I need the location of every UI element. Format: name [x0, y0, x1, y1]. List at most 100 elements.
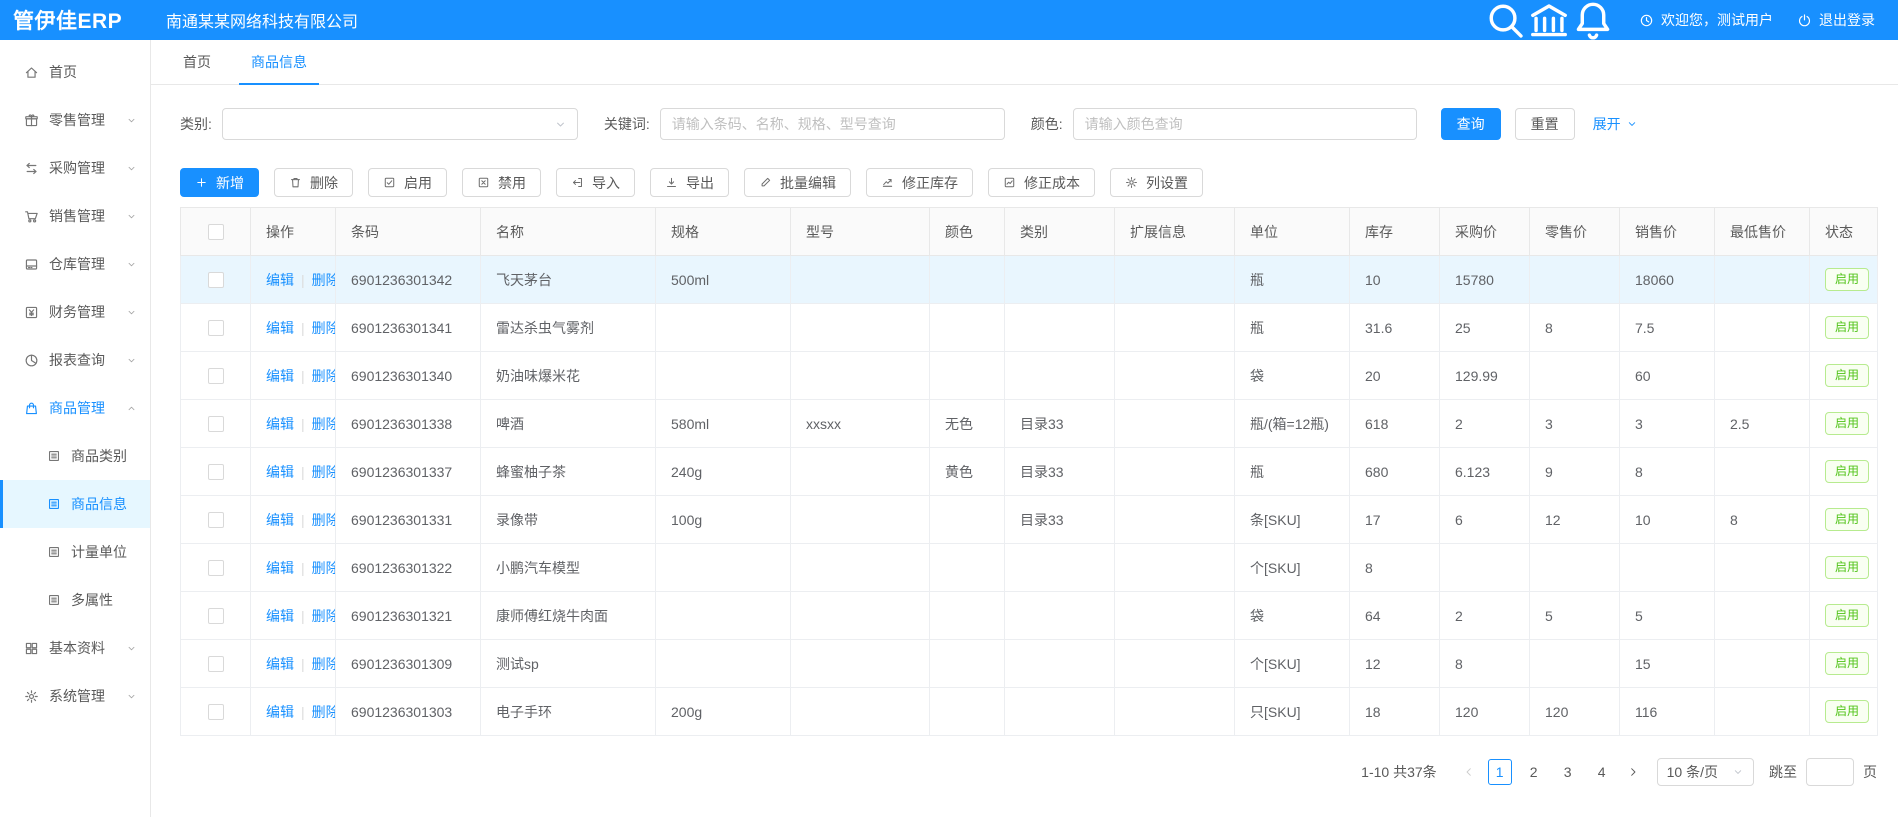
tab-home[interactable]: 首页 [183, 40, 211, 84]
sidebar-item-basic-data[interactable]: 基本资料 [0, 624, 150, 672]
jump-page-input[interactable] [1806, 758, 1854, 786]
chevron-down-icon [126, 691, 137, 702]
sidebar-item-warehouse[interactable]: 仓库管理 [0, 240, 150, 288]
cell-unit: 瓶 [1235, 448, 1350, 496]
link-separator: | [301, 272, 305, 288]
delete-link[interactable]: 删除 [312, 464, 336, 480]
cell-stock: 8 [1350, 544, 1440, 592]
row-checkbox[interactable] [208, 608, 224, 624]
delete-link[interactable]: 删除 [312, 656, 336, 672]
row-checkbox[interactable] [208, 368, 224, 384]
sidebar-item-finance[interactable]: 财务管理 [0, 288, 150, 336]
export-button[interactable]: 导出 [650, 168, 729, 197]
reset-button[interactable]: 重置 [1515, 108, 1575, 140]
gear-icon [24, 689, 39, 704]
sidebar-item-system[interactable]: 系统管理 [0, 672, 150, 720]
row-checkbox[interactable] [208, 704, 224, 720]
sidebar-item-label: 仓库管理 [49, 254, 105, 274]
edit-link[interactable]: 编辑 [266, 512, 294, 528]
cell-status: 启用 [1810, 448, 1878, 496]
page-1-button[interactable]: 1 [1488, 759, 1512, 785]
column-settings-button[interactable]: 列设置 [1110, 168, 1203, 197]
welcome-user[interactable]: 欢迎您，测试用户 [1639, 10, 1773, 30]
page-size-select[interactable]: 10 条/页 [1657, 758, 1754, 786]
delete-link[interactable]: 删除 [312, 368, 336, 384]
edit-link[interactable]: 编辑 [266, 464, 294, 480]
sidebar-item-product-category[interactable]: 商品类别 [0, 432, 150, 480]
edit-link[interactable]: 编辑 [266, 608, 294, 624]
row-checkbox[interactable] [208, 416, 224, 432]
next-page-button[interactable] [1619, 759, 1647, 785]
sidebar-item-retail[interactable]: 零售管理 [0, 96, 150, 144]
row-checkbox[interactable] [208, 272, 224, 288]
page-3-button[interactable]: 3 [1556, 759, 1580, 785]
bank-icon[interactable] [1527, 0, 1571, 42]
row-checkbox[interactable] [208, 512, 224, 528]
cell-barcode: 6901236301303 [336, 688, 481, 736]
sidebar-item-product-info[interactable]: 商品信息 [0, 480, 150, 528]
edit-link[interactable]: 编辑 [266, 368, 294, 384]
table-icon [47, 449, 61, 463]
sidebar-item-product[interactable]: 商品管理 [0, 384, 150, 432]
prev-page-button[interactable] [1455, 759, 1483, 785]
sidebar-item-home[interactable]: 首页 [0, 48, 150, 96]
status-badge: 启用 [1825, 604, 1869, 627]
chevron-down-icon [126, 355, 137, 366]
bell-icon[interactable] [1571, 0, 1615, 42]
delete-link[interactable]: 删除 [312, 704, 336, 720]
delete-button[interactable]: 删除 [274, 168, 353, 197]
delete-link[interactable]: 删除 [312, 320, 336, 336]
cell-sale: 7.5 [1620, 304, 1715, 352]
delete-link[interactable]: 删除 [312, 608, 336, 624]
cell-spec [656, 352, 791, 400]
page-2-button[interactable]: 2 [1522, 759, 1546, 785]
batch-edit-button[interactable]: 批量编辑 [744, 168, 851, 197]
disable-button[interactable]: 禁用 [462, 168, 541, 197]
tab-product-info[interactable]: 商品信息 [251, 40, 307, 84]
delete-link[interactable]: 删除 [312, 560, 336, 576]
sidebar-item-sales[interactable]: 销售管理 [0, 192, 150, 240]
enable-button[interactable]: 启用 [368, 168, 447, 197]
toolbar-button-label: 删除 [310, 173, 338, 193]
delete-link[interactable]: 删除 [312, 512, 336, 528]
sidebar-item-report[interactable]: 报表查询 [0, 336, 150, 384]
page-unit-label: 页 [1863, 762, 1877, 782]
pagination: 1-10 共37条123410 条/页跳至页 [151, 736, 1898, 786]
search-icon[interactable] [1483, 0, 1527, 42]
clock-icon [1639, 13, 1654, 28]
fix-stock-button[interactable]: 修正库存 [866, 168, 973, 197]
row-checkbox[interactable] [208, 656, 224, 672]
sidebar-item-label: 财务管理 [49, 302, 105, 322]
logout-button[interactable]: 退出登录 [1797, 10, 1875, 30]
cell-purchase: 6.123 [1440, 448, 1530, 496]
cell-min [1715, 304, 1810, 352]
edit-link[interactable]: 编辑 [266, 320, 294, 336]
search-button[interactable]: 查询 [1441, 108, 1501, 140]
row-actions-cell: 编辑|删除 [251, 448, 336, 496]
hdd-icon [24, 257, 39, 272]
fix-cost-button[interactable]: 修正成本 [988, 168, 1095, 197]
row-checkbox-cell [181, 688, 251, 736]
cell-unit: 瓶 [1235, 256, 1350, 304]
row-checkbox[interactable] [208, 464, 224, 480]
expand-link[interactable]: 展开 [1593, 114, 1638, 134]
color-input[interactable] [1073, 108, 1417, 140]
category-select[interactable] [222, 108, 578, 140]
edit-link[interactable]: 编辑 [266, 704, 294, 720]
add-button[interactable]: 新增 [180, 168, 259, 197]
row-checkbox[interactable] [208, 560, 224, 576]
delete-link[interactable]: 删除 [312, 416, 336, 432]
edit-link[interactable]: 编辑 [266, 560, 294, 576]
page-4-button[interactable]: 4 [1590, 759, 1614, 785]
select-all-checkbox[interactable] [208, 224, 224, 240]
row-checkbox[interactable] [208, 320, 224, 336]
edit-link[interactable]: 编辑 [266, 272, 294, 288]
import-button[interactable]: 导入 [556, 168, 635, 197]
sidebar-item-multi-attribute[interactable]: 多属性 [0, 576, 150, 624]
delete-link[interactable]: 删除 [312, 272, 336, 288]
edit-link[interactable]: 编辑 [266, 416, 294, 432]
sidebar-item-measure-unit[interactable]: 计量单位 [0, 528, 150, 576]
edit-link[interactable]: 编辑 [266, 656, 294, 672]
sidebar-item-purchase[interactable]: 采购管理 [0, 144, 150, 192]
keyword-input[interactable] [660, 108, 1005, 140]
